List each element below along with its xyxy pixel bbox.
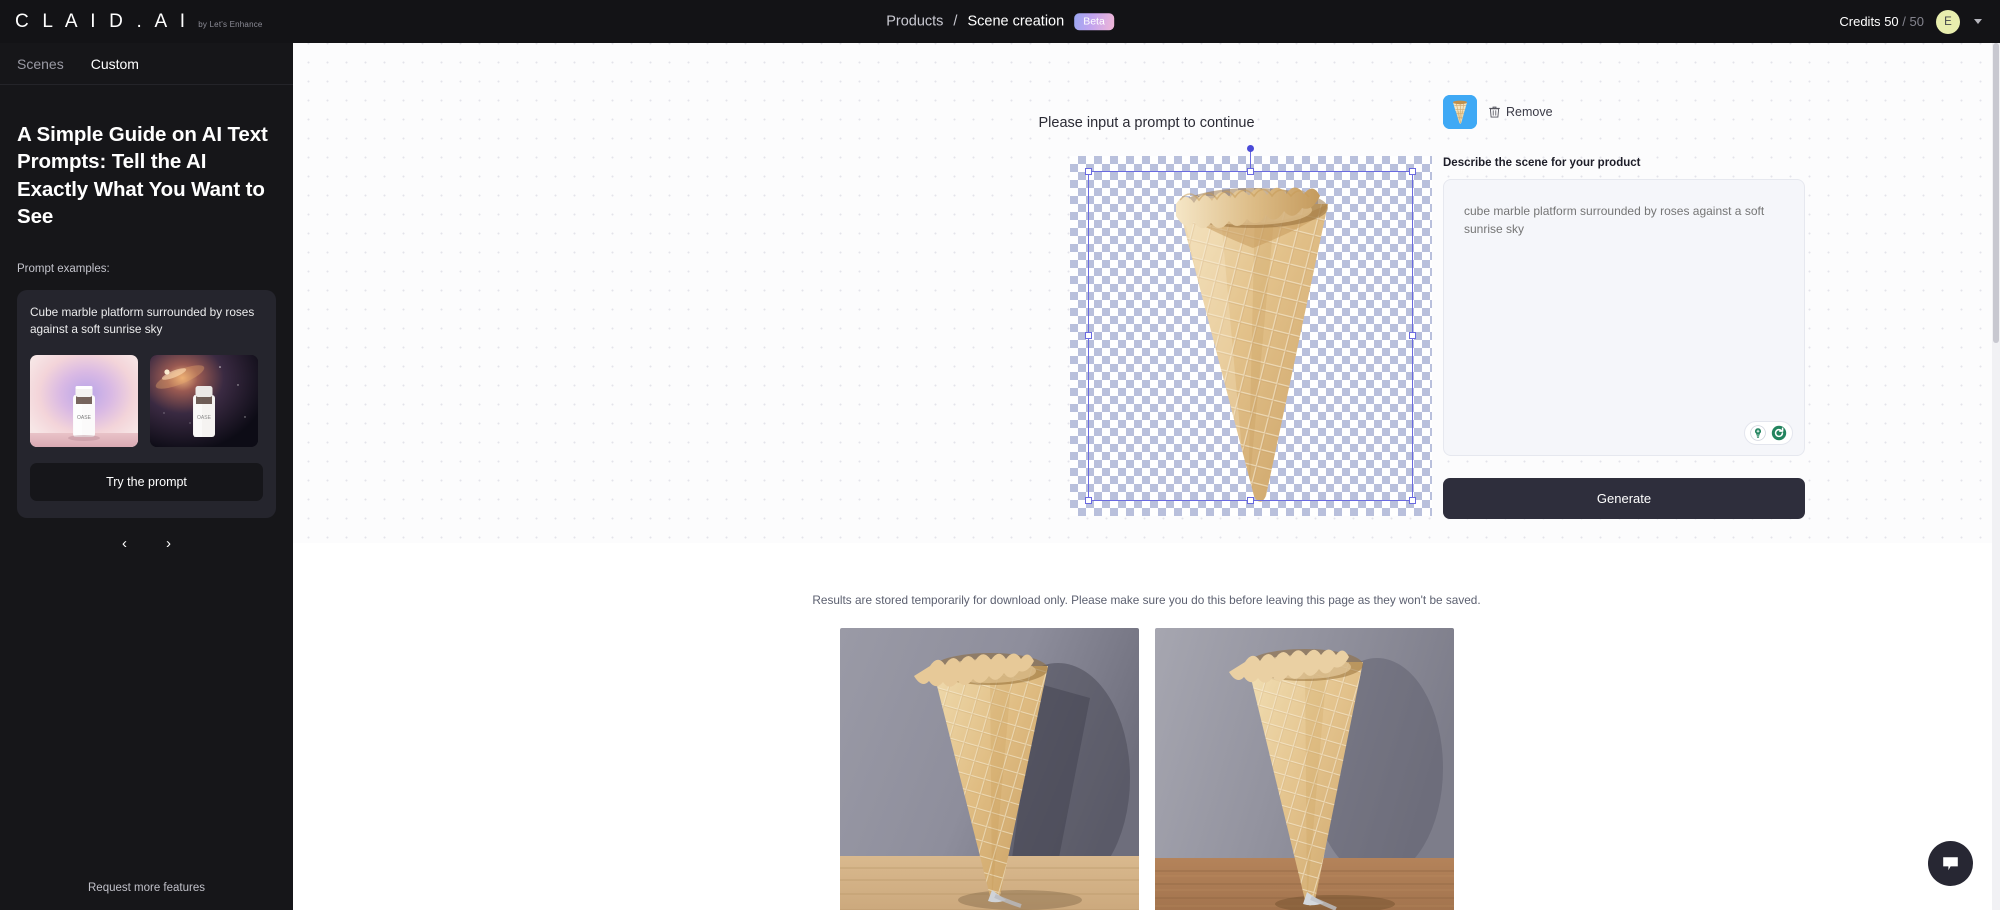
scene-prompt-input[interactable] [1444, 180, 1804, 455]
results-grid [293, 628, 2000, 910]
idea-lightbulb-icon[interactable] [1750, 425, 1766, 441]
galaxy-space-bottle-icon: OASE [150, 355, 258, 448]
brand-subtitle: by Let's Enhance [198, 19, 263, 29]
brand-logo-group[interactable]: C L A I D . A I by Let's Enhance [0, 11, 263, 33]
result-image-2[interactable] [1154, 628, 1454, 910]
page-scrollbar[interactable] [1992, 43, 2000, 910]
resize-handle-bottom-middle[interactable] [1246, 497, 1254, 504]
pastel-gradient-bottle-icon: OASE [30, 355, 138, 448]
app-root: C L A I D . A I by Let's Enhance Product… [0, 0, 2000, 910]
results-note: Results are stored temporarily for downl… [812, 593, 1481, 607]
selection-box[interactable] [1085, 145, 1416, 504]
brand-logo-text: C L A I D . A I [15, 10, 190, 32]
result-image-1[interactable] [839, 628, 1139, 910]
prompt-tools-group [1744, 421, 1793, 445]
resize-handle-top-middle[interactable] [1246, 168, 1254, 175]
resize-handle-top-right[interactable] [1409, 168, 1416, 175]
prompt-examples-label: Prompt examples: [17, 262, 110, 275]
resize-handle-middle-right[interactable] [1409, 332, 1416, 339]
editor-zone: Please input a prompt to continue Remove… [293, 43, 2000, 543]
waffle-cone-thumbnail-icon [1443, 95, 1477, 129]
result-scene-2-icon [1154, 628, 1454, 910]
prompt-thumbnail-galaxy[interactable]: OASE [150, 355, 258, 448]
credits-total: 50 [1909, 14, 1924, 29]
avatar[interactable]: E [1936, 9, 1960, 34]
prompt-textarea-wrapper [1443, 179, 1805, 456]
chevron-down-icon[interactable] [1974, 19, 1982, 24]
rotation-handle[interactable] [1247, 145, 1254, 152]
credits-label: Credits [1839, 14, 1881, 29]
prompt-example-card: Cube marble platform surrounded by roses… [17, 289, 276, 519]
resize-handle-bottom-right[interactable] [1409, 497, 1416, 504]
topbar-right-group: Credits 50 / 50 E [1839, 9, 2000, 34]
carousel-next-icon[interactable]: › [160, 536, 178, 551]
breadcrumb-separator: / [953, 13, 958, 30]
remove-button[interactable]: Remove [1487, 102, 1555, 122]
page-scrollbar-thumb[interactable] [1993, 43, 1999, 343]
waffle-cone-thumbnail[interactable] [1443, 95, 1477, 129]
prompt-example-text: Cube marble platform surrounded by roses… [30, 304, 255, 336]
tab-custom[interactable]: Custom [91, 56, 139, 72]
breadcrumb: Products / Scene creation Beta [886, 12, 1114, 31]
tab-scenes[interactable]: Scenes [17, 56, 64, 72]
sidebar-tabs: Scenes Custom [0, 43, 293, 85]
carousel-prev-icon[interactable]: ‹ [116, 536, 134, 551]
credits-display: Credits 50 / 50 [1839, 14, 1924, 29]
sidebar: Scenes Custom A Simple Guide on AI Text … [0, 43, 293, 910]
chat-bubble-icon [1943, 857, 1958, 871]
sidebar-content: A Simple Guide on AI Text Prompts: Tell … [0, 85, 293, 551]
asset-row: Remove [1443, 95, 1805, 129]
prompt-example-thumbnails: OASE OASE [30, 355, 263, 448]
credits-separator: / [1902, 14, 1906, 29]
breadcrumb-products[interactable]: Products [886, 14, 943, 30]
request-more-features-link[interactable]: Request more features [0, 882, 293, 894]
support-chat-button[interactable] [1928, 841, 1973, 886]
generate-button[interactable]: Generate [1443, 478, 1805, 519]
status-badge-beta: Beta [1074, 12, 1114, 31]
try-the-prompt-button[interactable]: Try the prompt [30, 463, 263, 502]
body-row: Scenes Custom A Simple Guide on AI Text … [0, 43, 2000, 910]
right-panel: Remove Describe the scene for your produ… [1443, 95, 1805, 519]
guide-title: A Simple Guide on AI Text Prompts: Tell … [17, 123, 268, 229]
svg-text:OASE: OASE [77, 415, 92, 421]
prompt-thumbnail-pastel[interactable]: OASE [30, 355, 138, 448]
prompt-field-label: Describe the scene for your product [1443, 157, 1641, 169]
svg-text:OASE: OASE [197, 415, 212, 421]
main-content: Please input a prompt to continue Remove… [293, 43, 2000, 910]
result-scene-1-icon [839, 628, 1139, 910]
credits-used: 50 [1884, 14, 1899, 29]
breadcrumb-current: Scene creation [967, 13, 1065, 30]
resize-handle-bottom-left[interactable] [1085, 497, 1092, 504]
trash-icon [1489, 106, 1500, 118]
product-canvas[interactable] [1070, 145, 1432, 516]
resize-handle-middle-left[interactable] [1085, 332, 1092, 339]
remove-label: Remove [1506, 105, 1553, 119]
top-bar: C L A I D . A I by Let's Enhance Product… [0, 0, 2000, 43]
regenerate-icon[interactable] [1771, 425, 1787, 441]
resize-handle-top-left[interactable] [1085, 168, 1092, 175]
prompt-carousel-nav: ‹ › [17, 536, 276, 551]
results-section: Results are stored temporarily for downl… [293, 543, 2000, 910]
